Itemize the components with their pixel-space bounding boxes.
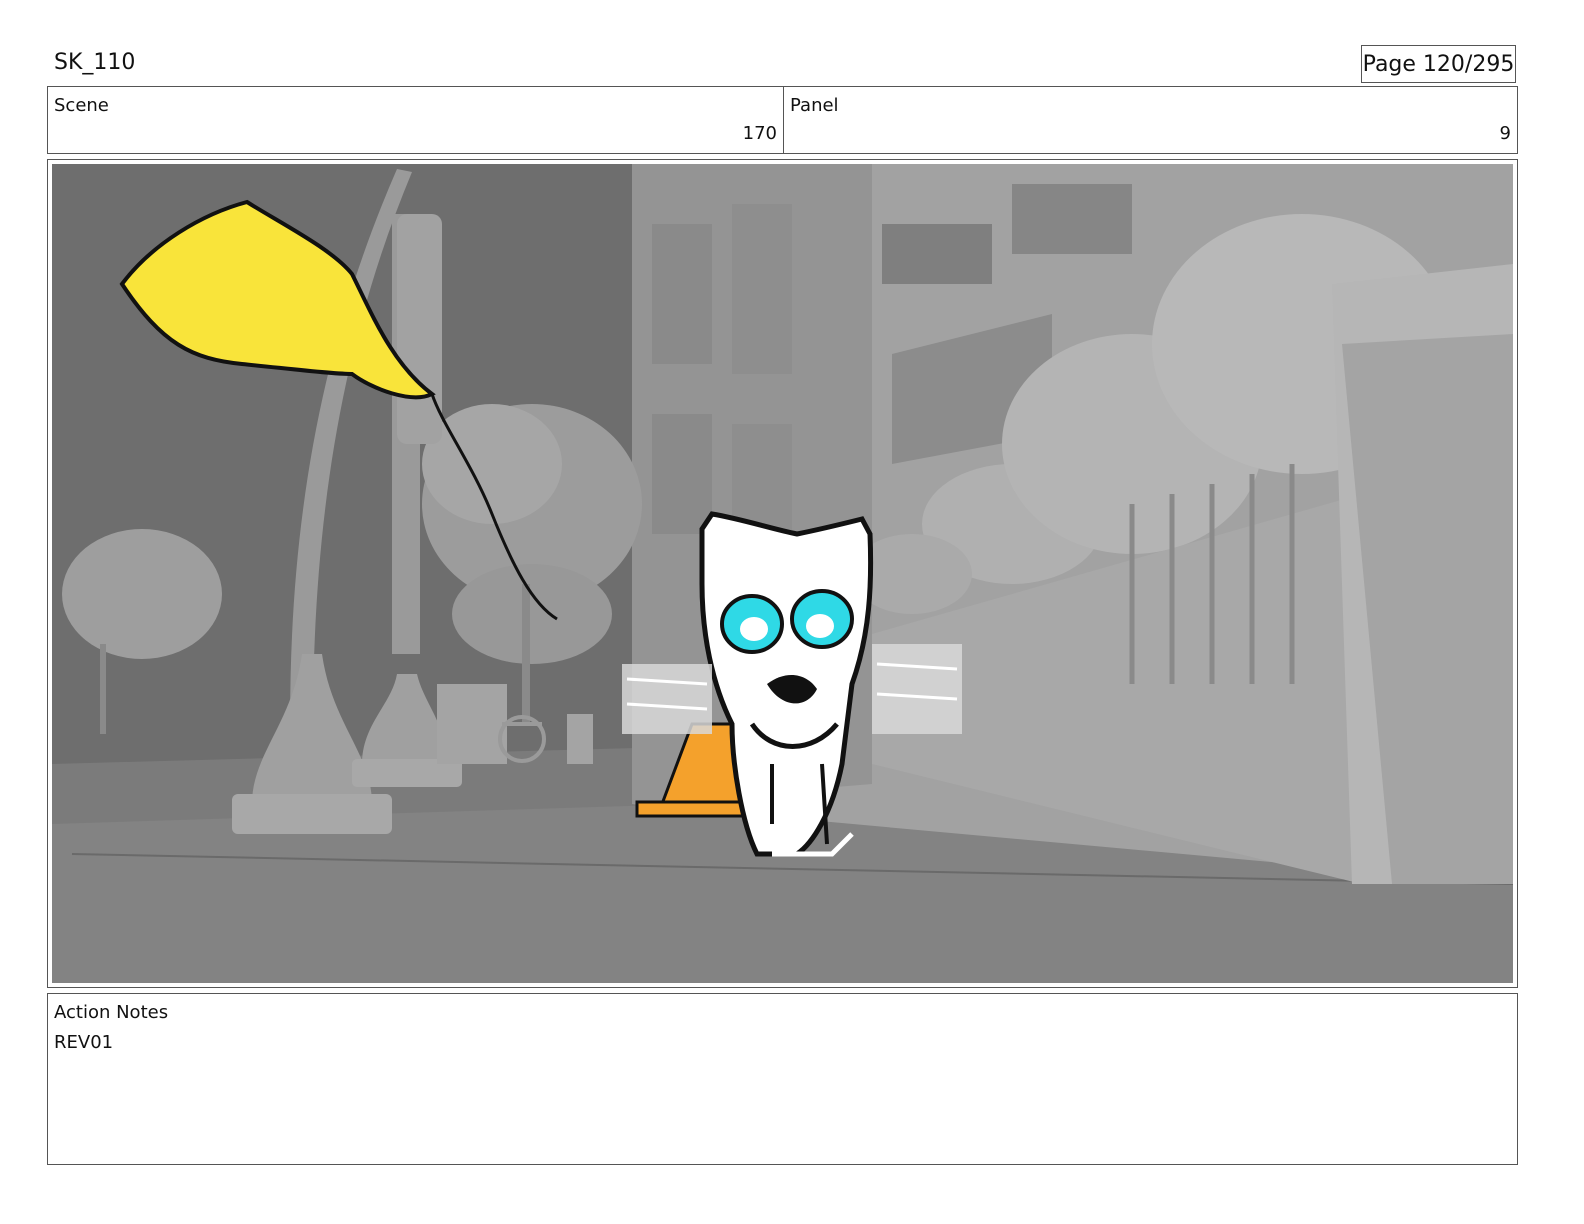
action-notes: Action Notes REV01	[47, 993, 1518, 1165]
scene-value: 170	[742, 123, 777, 144]
action-notes-text: REV01	[54, 1032, 114, 1053]
page-number: Page 120/295	[1361, 45, 1516, 83]
scene-cell: Scene 170	[48, 87, 784, 153]
action-notes-label: Action Notes	[54, 1002, 169, 1023]
trash-can-icon	[437, 684, 507, 764]
sheet-id: SK_110	[54, 50, 136, 75]
scene-illustration	[52, 164, 1513, 983]
scene-label: Scene	[54, 95, 109, 116]
panel-label: Panel	[790, 95, 839, 116]
panel-cell: Panel 9	[784, 87, 1517, 153]
page-number-label: Page 120/295	[1362, 51, 1515, 77]
storyboard-image	[52, 164, 1513, 983]
storyboard-frame	[47, 159, 1518, 988]
panel-value: 9	[1499, 123, 1511, 144]
scene-panel-row: Scene 170 Panel 9	[47, 86, 1518, 154]
